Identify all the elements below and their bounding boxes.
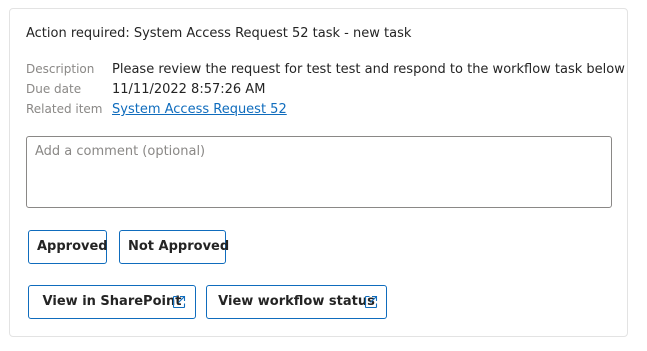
description-value: Please review the request for test test … xyxy=(112,62,625,77)
approved-button[interactable]: Approved xyxy=(28,230,108,264)
view-workflow-status-button[interactable]: View workflow status xyxy=(206,285,387,319)
not-approved-button-label: Not Approved xyxy=(128,239,230,254)
external-link-icon xyxy=(364,295,378,309)
task-title: Action required: System Access Request 5… xyxy=(26,26,412,41)
view-workflow-status-label: View workflow status xyxy=(218,294,375,309)
external-link-icon xyxy=(172,295,186,309)
related-item-label: Related item xyxy=(26,102,103,116)
view-in-sharepoint-button[interactable]: View in SharePoint xyxy=(28,285,196,319)
not-approved-button[interactable]: Not Approved xyxy=(119,230,230,264)
description-label: Description xyxy=(26,62,95,76)
due-date-label: Due date xyxy=(26,82,82,96)
approved-button-label: Approved xyxy=(37,239,108,254)
view-in-sharepoint-label: View in SharePoint xyxy=(42,294,182,309)
related-item-link[interactable]: System Access Request 52 xyxy=(112,101,287,118)
comment-input[interactable] xyxy=(26,136,612,208)
due-date-value: 11/11/2022 8:57:26 AM xyxy=(112,82,266,97)
